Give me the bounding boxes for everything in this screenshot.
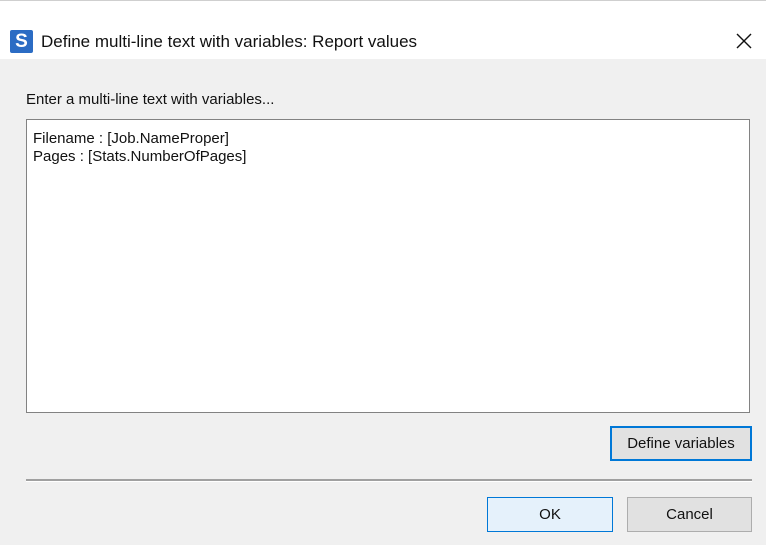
- text-line-pages: Pages : [Stats.NumberOfPages]: [33, 148, 247, 165]
- text-line-filename: Filename : [Job.NameProper]: [33, 130, 229, 147]
- close-button[interactable]: [726, 25, 762, 57]
- app-logo-icon: S: [10, 30, 33, 53]
- define-variables-button[interactable]: Define variables: [610, 426, 752, 461]
- prompt-label: Enter a multi-line text with variables..…: [26, 91, 275, 108]
- close-icon: [736, 33, 752, 49]
- dialog-body: Enter a multi-line text with variables..…: [0, 59, 766, 545]
- window-title: Define multi-line text with variables: R…: [41, 32, 418, 51]
- multiline-text-input[interactable]: Filename : [Job.NameProper] Pages : [Sta…: [26, 119, 750, 413]
- cancel-button[interactable]: Cancel: [627, 497, 752, 532]
- separator-line: [26, 479, 752, 482]
- dialog-window: S Define multi-line text with variables:…: [0, 0, 766, 545]
- title-bar[interactable]: S Define multi-line text with variables:…: [0, 1, 766, 59]
- ok-button[interactable]: OK: [487, 497, 613, 532]
